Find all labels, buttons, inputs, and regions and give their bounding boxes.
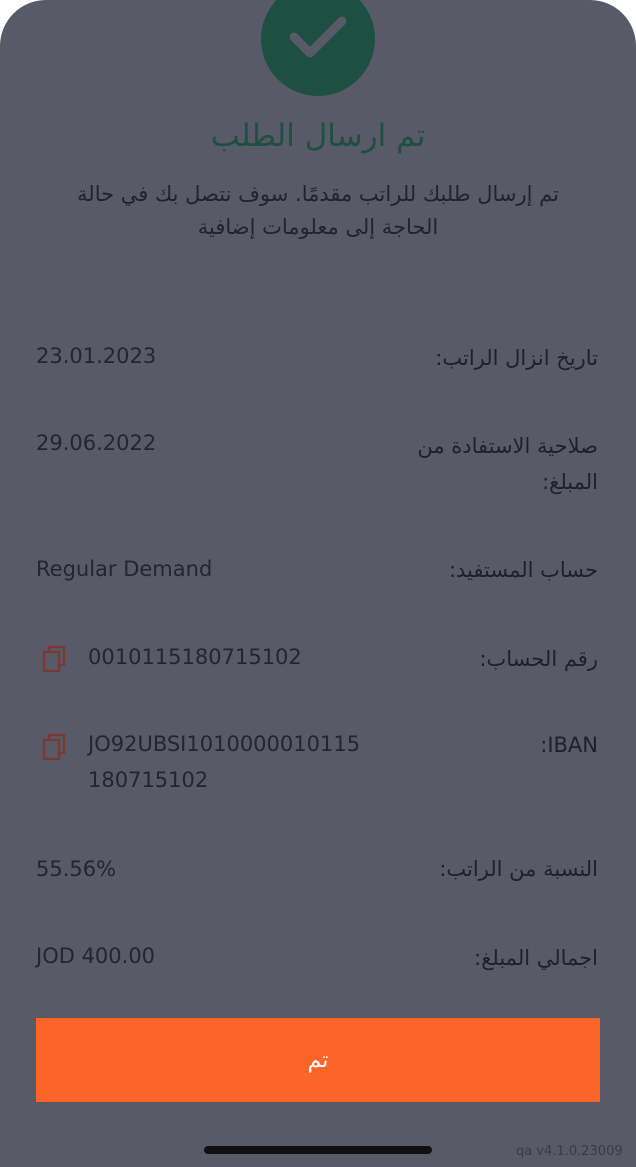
- account-number-label: رقم الحساب:: [479, 647, 598, 671]
- total-amount-label: اجمالي المبلغ:: [474, 946, 598, 970]
- salary-date-label: تاريخ انزال الراتب:: [435, 346, 598, 370]
- iban-label: IBAN:: [540, 733, 598, 757]
- confirmation-sheet: تم ارسال الطلب تم إرسال طلبك للراتب مقدم…: [0, 0, 636, 1167]
- home-indicator: [204, 1146, 432, 1154]
- validity-label: صلاحية الاستفادة من المبلغ:: [417, 434, 598, 494]
- done-button[interactable]: تم: [36, 1018, 600, 1102]
- salary-date-value: 23.01.2023: [36, 344, 157, 368]
- version-label: qa v4.1.0.23009: [516, 1144, 623, 1159]
- copy-icon[interactable]: [41, 645, 67, 673]
- beneficiary-account-label: حساب المستفيد:: [448, 558, 598, 582]
- page-title: تم ارسال الطلب: [210, 118, 426, 154]
- validity-value: 29.06.2022: [36, 431, 157, 455]
- account-number-value: 0010115180715102: [88, 645, 302, 669]
- success-badge: [261, 0, 375, 96]
- salary-percentage-value: 55.56%: [36, 857, 117, 881]
- salary-percentage-label: النسبة من الراتب:: [439, 857, 598, 881]
- copy-icon[interactable]: [41, 733, 67, 761]
- checkmark-icon: [290, 16, 346, 58]
- iban-value: JO92UBSI1010000010115180715102: [88, 732, 361, 792]
- beneficiary-account-value: Regular Demand: [36, 557, 213, 581]
- total-amount-value: JOD 400.00: [36, 944, 156, 968]
- confirmation-message: تم إرسال طلبك للراتب مقدمًا. سوف نتصل بك…: [77, 182, 559, 239]
